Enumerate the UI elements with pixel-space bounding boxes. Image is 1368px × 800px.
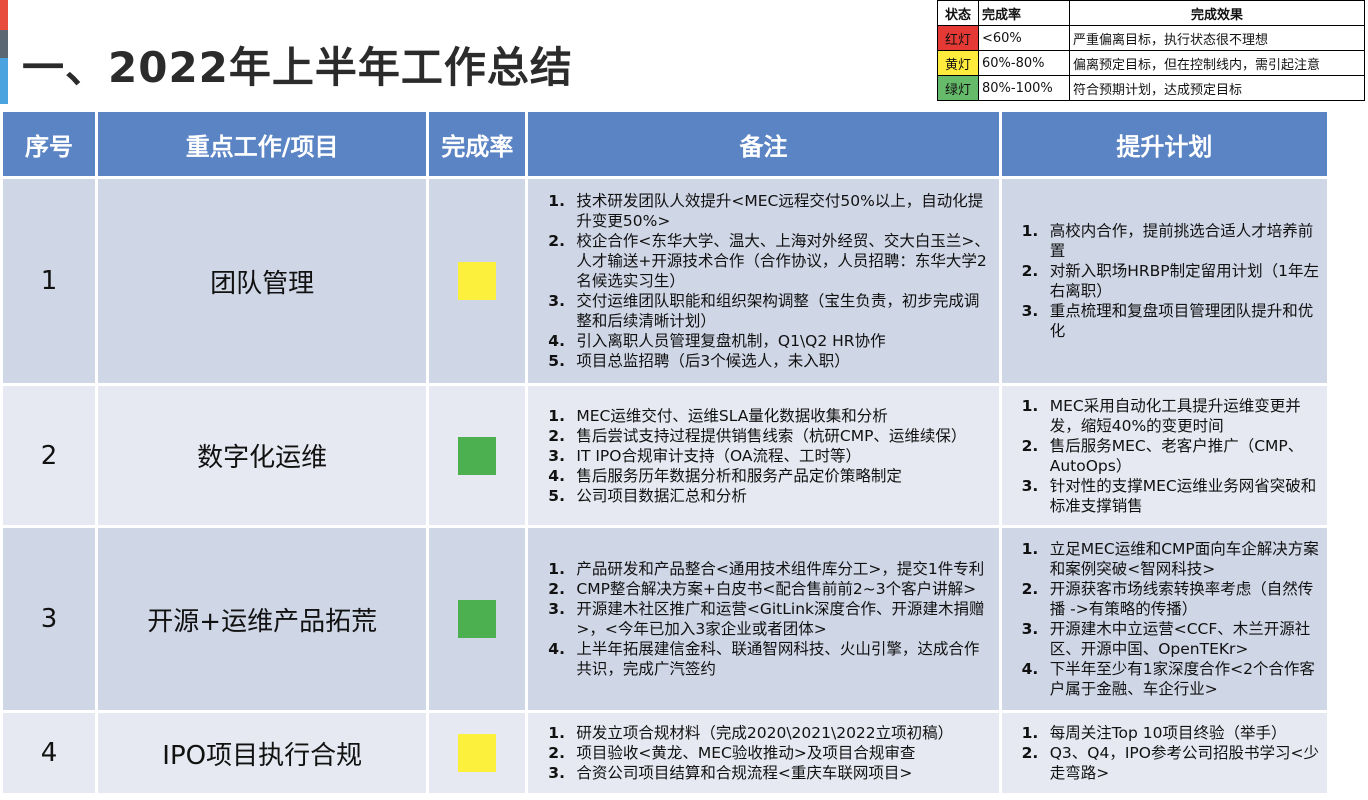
table-row: 3 开源+运维产品拓荒 产品研发和产品整合<通用技术组件库分工>，提交1件专利 … [3,528,1327,710]
table-row: 4 IPO项目执行合规 研发立项合规材料（完成2020\2021\2022立项初… [3,713,1327,793]
header-project: 重点工作/项目 [98,112,427,176]
notes-item: 合资公司项目结算和合规流程<重庆车联网项目> [570,763,992,783]
status-yellow-indicator [458,734,497,772]
legend-header-state: 状态 [937,0,979,26]
plans-list: 高校内合作，提前挑选合适人才培养前置 对新入职场HRBP制定留用计划（1年左右离… [1002,221,1327,341]
plans-item: MEC采用自动化工具提升运维变更并发，缩短40%的变更时间 [1044,396,1321,436]
notes-list: 技术研发团队人效提升<MEC远程交付50%以上，自动化提升变更50%> 校企合作… [528,191,998,371]
notes-item: CMP整合解决方案+白皮书<配合售前前2~3个客户讲解> [570,579,992,599]
legend-header-rate: 完成率 [978,0,1070,26]
completion-cell [429,386,526,525]
notes-item: 产品研发和产品整合<通用技术组件库分工>，提交1件专利 [570,559,992,579]
plans-item: 开源获客市场线索转换率考虑（自然传播 ->有策略的传播） [1044,579,1321,619]
notes-list: MEC运维交付、运维SLA量化数据收集和分析 售后尝试支持过程提供销售线索（杭研… [528,406,998,506]
header-no: 序号 [3,112,96,176]
header-notes: 备注 [528,112,999,176]
accent-bar-blue [0,58,8,104]
header-completion: 完成率 [429,112,526,176]
legend-effect-green: 符合预期计划，达成预定目标 [1069,75,1365,101]
accent-bar-gray [0,30,8,58]
legend-effect-yellow: 偏离预定目标，但在控制线内，需引起注意 [1069,50,1365,76]
header-plans: 提升计划 [1001,112,1327,176]
plans-cell: 立足MEC运维和CMP面向车企解决方案和案例突破<智网科技> 开源获客市场线索转… [1001,528,1327,710]
notes-cell: MEC运维交付、运维SLA量化数据收集和分析 售后尝试支持过程提供销售线索（杭研… [528,386,999,525]
plans-item: 立足MEC运维和CMP面向车企解决方案和案例突破<智网科技> [1044,539,1321,579]
row-number: 1 [3,179,96,383]
notes-item: 校企合作<东华大学、温大、上海对外经贸、交大白玉兰>、人才输送+开源技术合作（合… [570,231,992,291]
table-row: 1 团队管理 技术研发团队人效提升<MEC远程交付50%以上，自动化提升变更50… [3,179,1327,383]
plans-item: 每周关注Top 10项目终验（举手） [1044,723,1321,743]
page-title: 一、2022年上半年工作总结 [22,43,573,92]
legend-rate-red: <60% [978,25,1070,51]
notes-cell: 技术研发团队人效提升<MEC远程交付50%以上，自动化提升变更50%> 校企合作… [528,179,999,383]
notes-item: 技术研发团队人效提升<MEC远程交付50%以上，自动化提升变更50%> [570,191,992,231]
legend-row-red: 红灯 <60% 严重偏离目标，执行状态很不理想 [937,25,1365,51]
notes-item: 售后尝试支持过程提供销售线索（杭研CMP、运维续保） [570,426,992,446]
notes-item: MEC运维交付、运维SLA量化数据收集和分析 [570,406,992,426]
notes-cell: 研发立项合规材料（完成2020\2021\2022立项初稿） 项目验收<黄龙、M… [528,713,999,793]
status-green-indicator [458,600,497,638]
plans-cell: MEC采用自动化工具提升运维变更并发，缩短40%的变更时间 售后服务MEC、老客… [1001,386,1327,525]
table-header-row: 序号 重点工作/项目 完成率 备注 提升计划 [3,112,1327,176]
notes-item: 开源建木社区推广和运营<GitLink深度合作、开源建木捐赠>，<今年已加入3家… [570,599,992,639]
status-yellow-indicator [458,262,497,300]
plans-item: 售后服务MEC、老客户推广（CMP、AutoOps） [1044,436,1321,476]
completion-cell [429,179,526,383]
table-row: 2 数字化运维 MEC运维交付、运维SLA量化数据收集和分析 售后尝试支持过程提… [3,386,1327,525]
notes-list: 研发立项合规材料（完成2020\2021\2022立项初稿） 项目验收<黄龙、M… [528,723,998,783]
notes-item: 上半年拓展建信金科、联通智网科技、火山引擎，达成合作共识，完成广汽签约 [570,639,992,679]
work-summary-table: 序号 重点工作/项目 完成率 备注 提升计划 1 团队管理 技术研发团队人效提升… [0,109,1330,796]
plans-list: 立足MEC运维和CMP面向车企解决方案和案例突破<智网科技> 开源获客市场线索转… [1002,539,1327,699]
legend-rate-yellow: 60%-80% [978,50,1070,76]
plans-item: 开源建木中立运营<CCF、木兰开源社区、开源中国、OpenTEKr> [1044,619,1321,659]
plans-item: 重点梳理和复盘项目管理团队提升和优化 [1044,301,1321,341]
plans-list: MEC采用自动化工具提升运维变更并发，缩短40%的变更时间 售后服务MEC、老客… [1002,396,1327,516]
notes-item: 项目总监招聘（后3个候选人，未入职） [570,351,992,371]
completion-cell [429,528,526,710]
plans-cell: 每周关注Top 10项目终验（举手） Q3、Q4，IPO参考公司招股书学习<少走… [1001,713,1327,793]
project-name: 数字化运维 [98,386,427,525]
legend-state-green: 绿灯 [937,75,979,101]
legend-rate-green: 80%-100% [978,75,1070,101]
row-number: 3 [3,528,96,710]
accent-bar-red [0,0,8,30]
legend-header-effect: 完成效果 [1069,0,1365,26]
row-number: 2 [3,386,96,525]
plans-item: 针对性的支撑MEC运维业务网省突破和标准支撑销售 [1044,476,1321,516]
notes-list: 产品研发和产品整合<通用技术组件库分工>，提交1件专利 CMP整合解决方案+白皮… [528,559,998,679]
project-name: IPO项目执行合规 [98,713,427,793]
legend-state-yellow: 黄灯 [937,50,979,76]
plans-item: 高校内合作，提前挑选合适人才培养前置 [1044,221,1321,261]
plans-item: 下半年至少有1家深度合作<2个合作客户属于金融、车企行业> [1044,659,1321,699]
notes-item: 引入离职人员管理复盘机制，Q1\Q2 HR协作 [570,331,992,351]
project-name: 开源+运维产品拓荒 [98,528,427,710]
status-green-indicator [458,436,497,475]
plans-list: 每周关注Top 10项目终验（举手） Q3、Q4，IPO参考公司招股书学习<少走… [1002,723,1327,783]
notes-cell: 产品研发和产品整合<通用技术组件库分工>，提交1件专利 CMP整合解决方案+白皮… [528,528,999,710]
project-name: 团队管理 [98,179,427,383]
legend-row-yellow: 黄灯 60%-80% 偏离预定目标，但在控制线内，需引起注意 [937,50,1365,76]
notes-item: IT IPO合规审计支持（OA流程、工时等） [570,446,992,466]
legend-row-green: 绿灯 80%-100% 符合预期计划，达成预定目标 [937,75,1365,101]
notes-item: 项目验收<黄龙、MEC验收推动>及项目合规审查 [570,743,992,763]
plans-cell: 高校内合作，提前挑选合适人才培养前置 对新入职场HRBP制定留用计划（1年左右离… [1001,179,1327,383]
legend-effect-red: 严重偏离目标，执行状态很不理想 [1069,25,1365,51]
plans-item: 对新入职场HRBP制定留用计划（1年左右离职） [1044,261,1321,301]
row-number: 4 [3,713,96,793]
legend-header-row: 状态 完成率 完成效果 [937,0,1365,26]
notes-item: 售后服务历年数据分析和服务产品定价策略制定 [570,466,992,486]
notes-item: 交付运维团队职能和组织架构调整（宝生负责，初步完成调整和后续清晰计划） [570,291,992,331]
notes-item: 研发立项合规材料（完成2020\2021\2022立项初稿） [570,723,992,743]
notes-item: 公司项目数据汇总和分析 [570,486,992,506]
completion-cell [429,713,526,793]
status-legend: 状态 完成率 完成效果 红灯 <60% 严重偏离目标，执行状态很不理想 黄灯 6… [937,0,1365,101]
legend-state-red: 红灯 [937,25,979,51]
plans-item: Q3、Q4，IPO参考公司招股书学习<少走弯路> [1044,743,1321,783]
